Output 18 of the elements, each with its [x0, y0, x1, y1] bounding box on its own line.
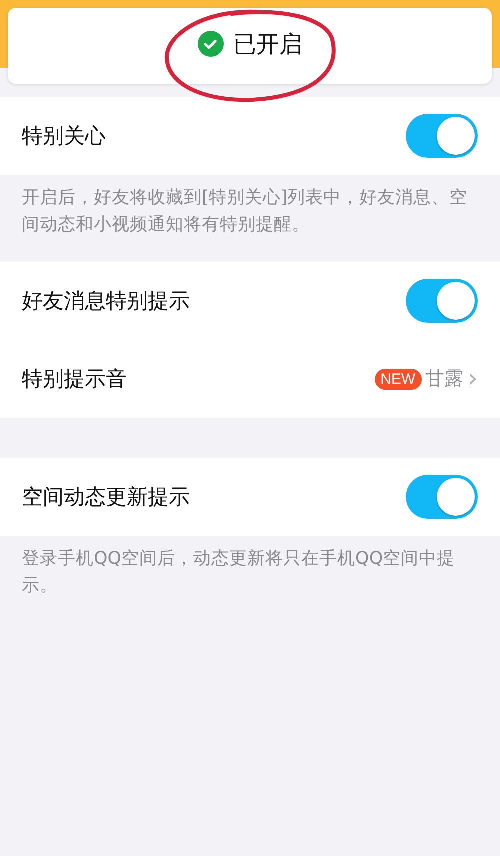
settings-row[interactable]: 特别提示音 NEW 甘露› [0, 340, 500, 418]
section-note: 开启后，好友将收藏到[特别关心]列表中，好友消息、空间动态和小视频通知将有特别提醒。 [21, 187, 469, 237]
new-badge: NEW [374, 368, 422, 390]
row-label: 好友消息特别提示 [22, 288, 190, 315]
row-value: 甘露 [426, 367, 464, 392]
section-note: 登录手机QQ空间后，动态更新将只在手机QQ空间中提示。 [21, 548, 456, 598]
row-label: 空间动态更新提示 [22, 484, 190, 511]
row-label: 特别提示音 [22, 366, 127, 393]
toast-message: 已开启 [234, 30, 302, 60]
check-icon [198, 31, 224, 57]
row-label: 特别关心 [22, 123, 106, 150]
settings-row[interactable]: 空间动态更新提示 [0, 458, 500, 536]
toggle-switch[interactable] [406, 475, 478, 519]
toggle-switch[interactable] [406, 114, 478, 158]
chevron-icon: › [468, 366, 478, 392]
settings-row[interactable]: 特别关心 [0, 97, 500, 175]
toggle-switch[interactable] [406, 279, 478, 323]
settings-row[interactable]: 好友消息特别提示 [0, 262, 500, 340]
